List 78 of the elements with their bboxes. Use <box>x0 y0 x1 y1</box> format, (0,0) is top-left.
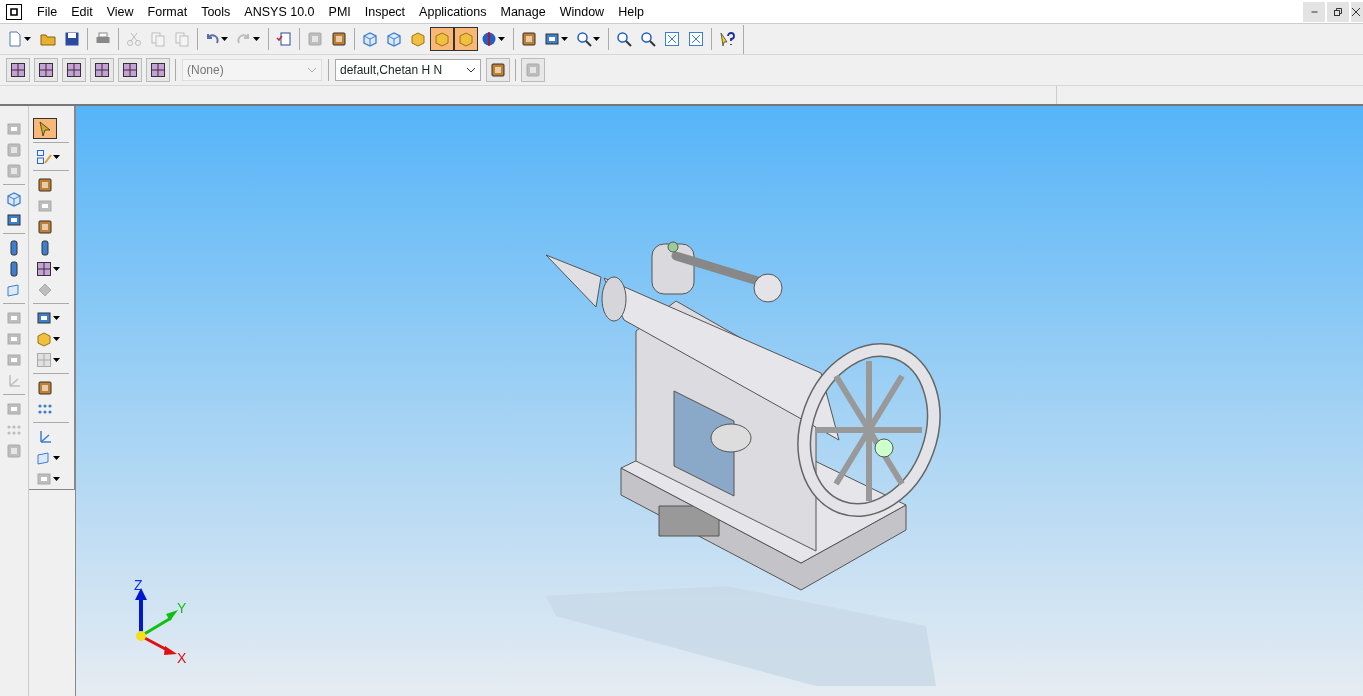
restore-button[interactable] <box>1327 1 1349 22</box>
toolbar-button[interactable] <box>146 58 170 82</box>
new-document-icon <box>7 31 23 47</box>
caret-icon <box>221 37 228 41</box>
menu-item[interactable]: Format <box>140 0 195 23</box>
toolbar-button[interactable] <box>34 58 58 82</box>
caret-icon <box>253 37 260 41</box>
menu-item[interactable]: Edit <box>64 0 100 23</box>
caret-icon <box>53 476 60 481</box>
caret-icon <box>53 154 60 159</box>
toolbar-button[interactable] <box>118 58 142 82</box>
caret-icon <box>53 455 60 460</box>
shaded-edges-cube-icon <box>458 31 474 47</box>
shaded-cube-icon <box>434 31 450 47</box>
cut-icon <box>126 31 142 47</box>
layout-icon <box>36 351 52 368</box>
axis-label: X <box>177 650 187 666</box>
coordinate-triad <box>135 588 178 655</box>
hidden-line-cube-icon <box>386 31 402 47</box>
zoom-fit-icon <box>664 31 680 47</box>
menu-item[interactable]: View <box>99 0 141 23</box>
shaded-cube-icon <box>410 31 426 47</box>
dropdown-value: (None) <box>187 62 224 79</box>
help-icon <box>719 31 735 47</box>
caret-icon <box>24 37 31 41</box>
diamond-icon <box>37 281 53 298</box>
menu-item[interactable]: Manage <box>493 0 553 23</box>
menu-item[interactable]: Tools <box>194 0 238 23</box>
display-window-icon <box>544 31 560 47</box>
menu-item[interactable]: ANSYS 10.0 <box>237 0 322 23</box>
close-button[interactable] <box>1351 1 1363 22</box>
menu-item[interactable]: File <box>30 0 65 23</box>
toolbar-button[interactable] <box>90 58 114 82</box>
close-icon <box>1351 6 1361 17</box>
toolbar-button[interactable] <box>486 58 510 82</box>
model-viewport[interactable]: Z Y X <box>75 106 1363 696</box>
plane-icon <box>36 449 52 466</box>
menu-item[interactable]: Help <box>611 0 651 23</box>
app-logo-icon[interactable] <box>6 3 22 20</box>
menu-item[interactable]: Applications <box>412 0 494 23</box>
wireframe-cube-icon <box>362 31 378 47</box>
dropdown-value: default,Chetan H N <box>340 62 443 79</box>
restore-icon <box>1333 6 1343 17</box>
menu-item[interactable]: Inspect <box>357 0 413 23</box>
menu-item[interactable]: PMI <box>321 0 358 23</box>
toolbar-button[interactable] <box>430 27 454 51</box>
minimize-icon <box>1310 10 1318 13</box>
chevron-icon <box>307 67 317 73</box>
axis-label: Z <box>134 577 143 593</box>
paste-icon <box>174 31 190 47</box>
caret-icon <box>53 315 60 320</box>
save-icon <box>64 31 80 47</box>
pan-window-icon <box>688 31 704 47</box>
dropdown-field[interactable]: default,Chetan H N <box>335 59 481 81</box>
caret-icon <box>498 37 505 41</box>
zoom-icon <box>640 31 656 47</box>
axis-label: Y <box>177 600 187 616</box>
copy-icon <box>150 31 166 47</box>
pattern-icon <box>36 260 52 277</box>
caret-icon <box>593 37 600 41</box>
toolbar-button[interactable] <box>454 27 478 51</box>
pointer-icon <box>37 120 53 137</box>
part-icon <box>307 31 323 47</box>
checklist-icon <box>276 31 292 47</box>
coordinate-axes-icon <box>37 428 53 445</box>
toolbar-button[interactable] <box>33 118 57 139</box>
caret-icon <box>53 357 60 362</box>
globe-icon <box>481 31 497 47</box>
chevron-icon <box>466 67 476 73</box>
caret-icon <box>561 37 568 41</box>
open-folder-icon <box>40 31 56 47</box>
caret-icon <box>53 266 60 271</box>
zoom-window-icon <box>616 31 632 47</box>
toolbar-button[interactable] <box>62 58 86 82</box>
menu-item[interactable]: Window <box>552 0 612 23</box>
caret-icon <box>53 336 60 341</box>
sketch-icon <box>36 148 52 165</box>
toolbar-button[interactable] <box>6 58 30 82</box>
